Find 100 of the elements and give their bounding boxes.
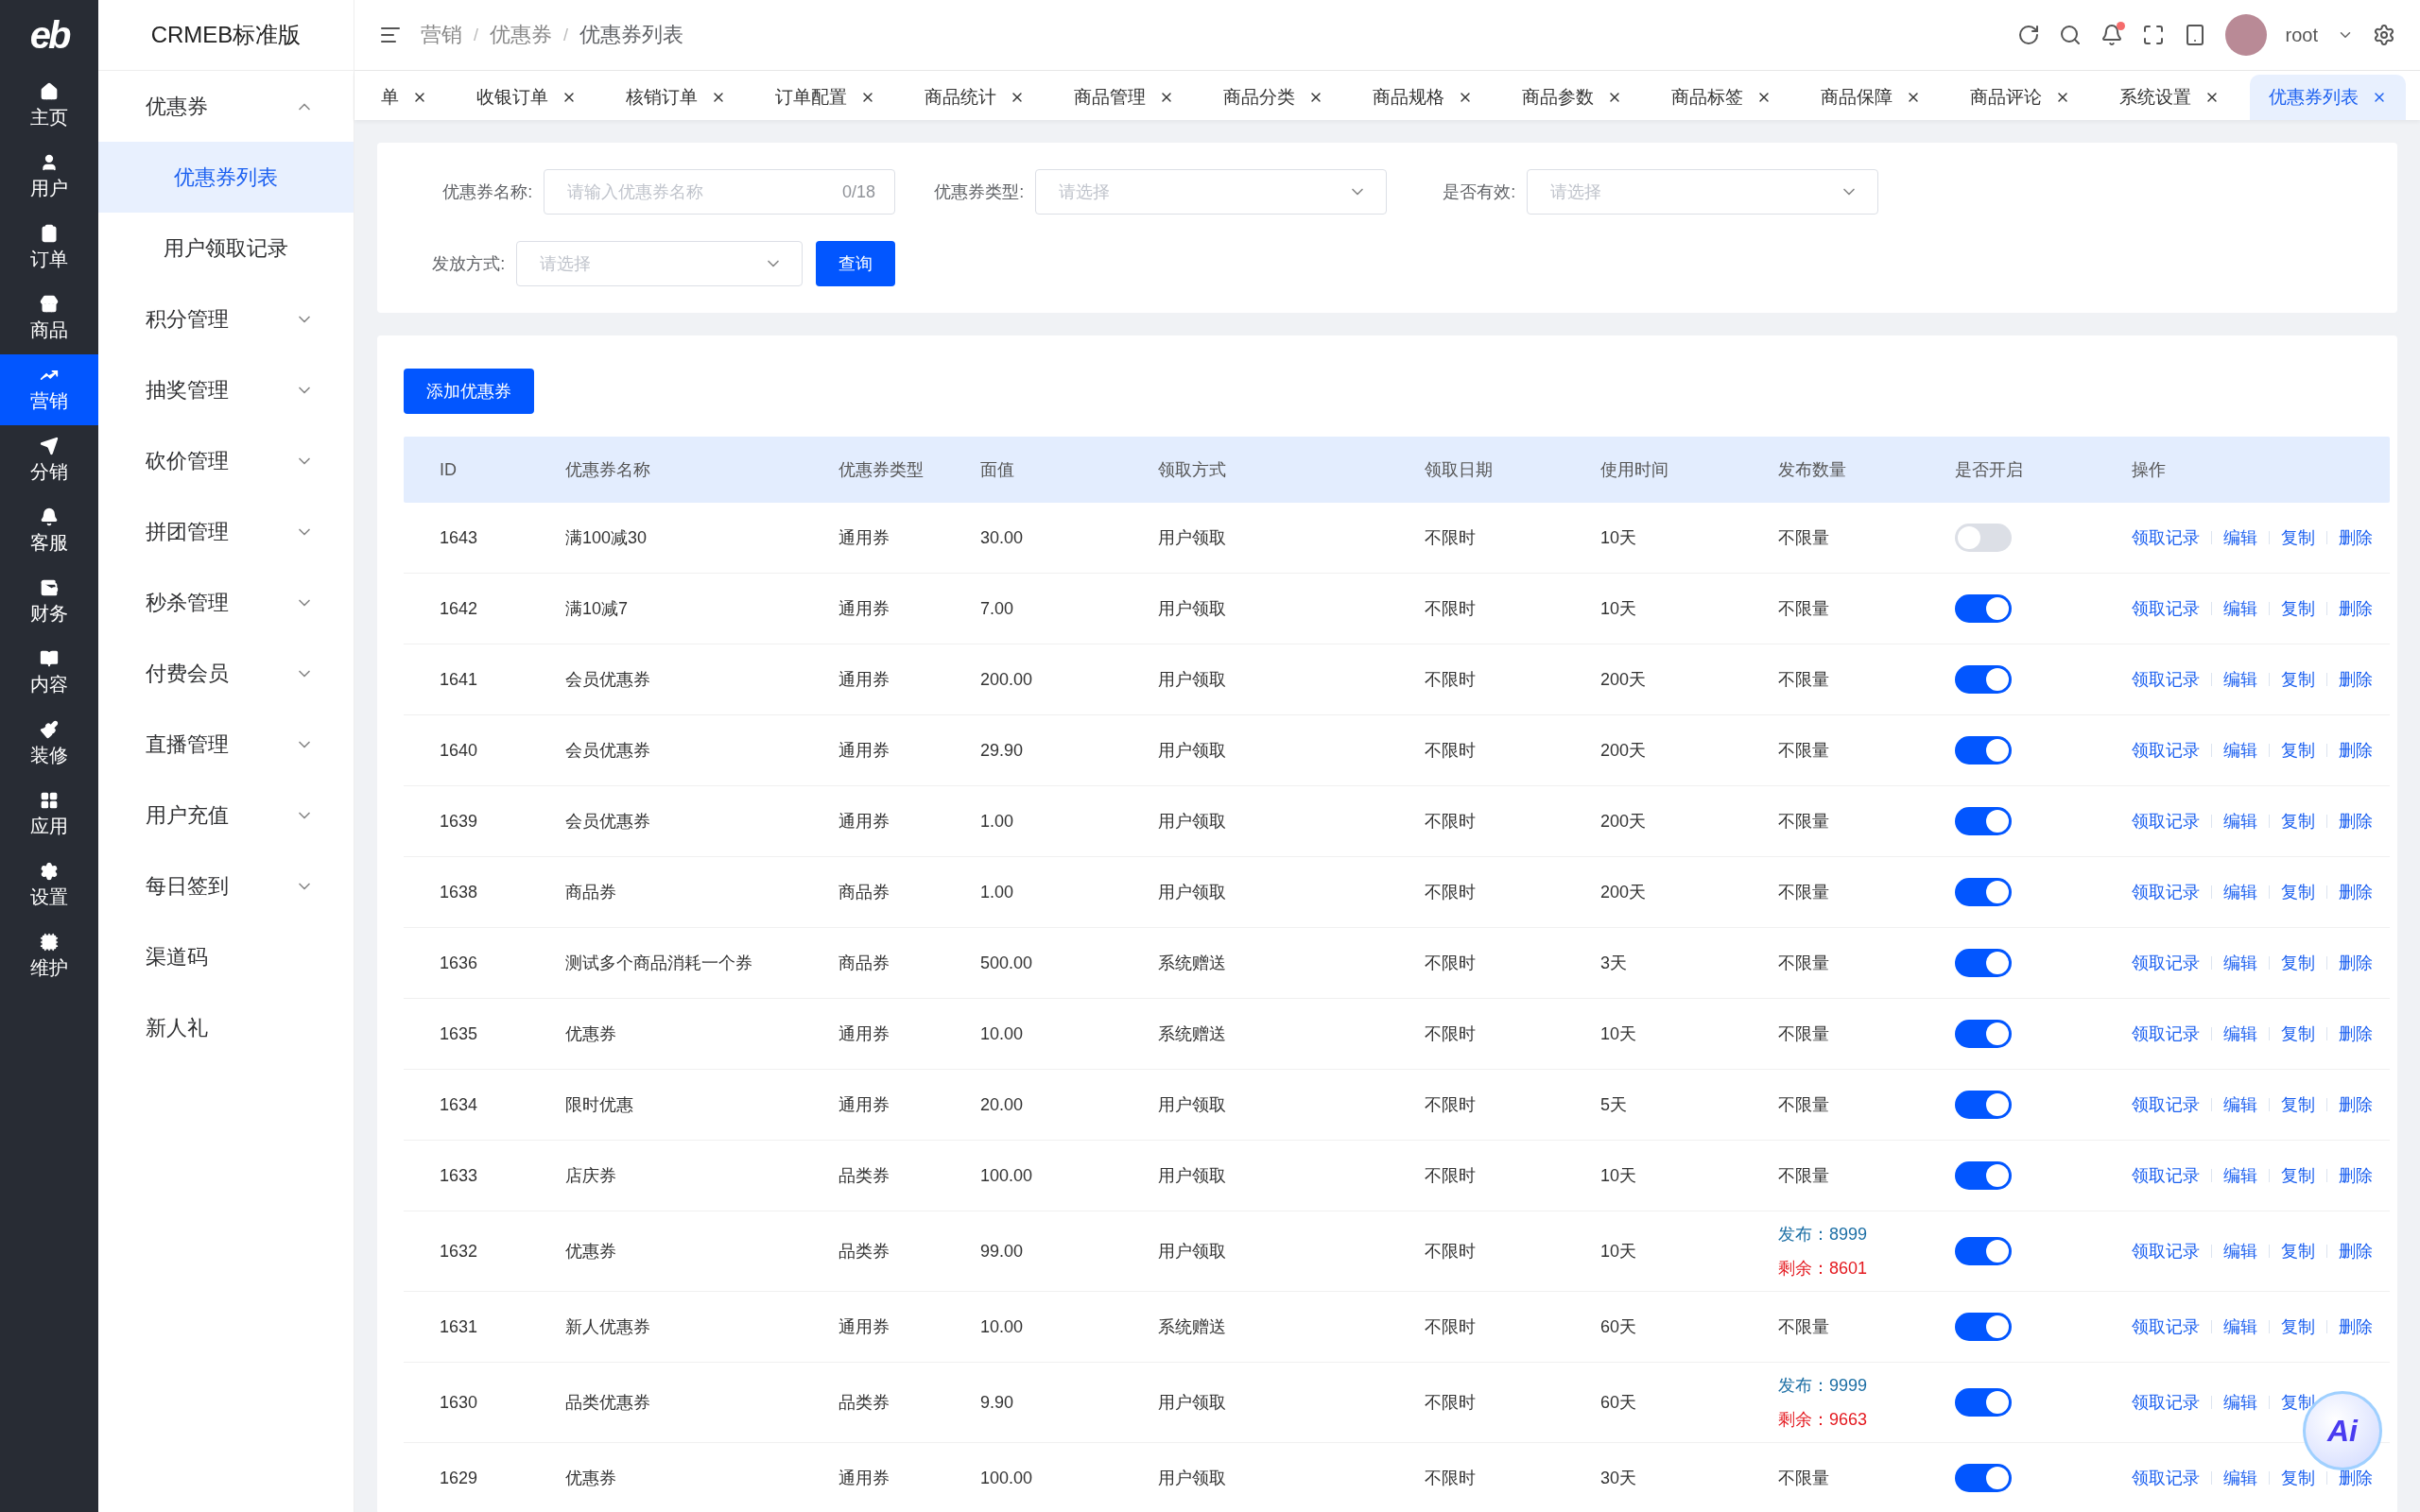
rail-nav-item[interactable]: 维护 <box>0 921 98 992</box>
menu-item[interactable]: 新人礼 <box>98 992 354 1063</box>
action-link[interactable]: 领取记录 <box>2132 1315 2200 1338</box>
page-tab[interactable]: 商品分类 <box>1204 75 1342 120</box>
settings-icon[interactable] <box>2373 24 2395 46</box>
action-link[interactable]: 复制 <box>2281 810 2315 833</box>
bell-icon[interactable] <box>2100 24 2123 46</box>
action-link[interactable]: 复制 <box>2281 1164 2315 1187</box>
toggle-switch[interactable] <box>1955 878 2012 906</box>
page-tab[interactable]: 商品管理 <box>1055 75 1193 120</box>
action-link[interactable]: 复制 <box>2281 1093 2315 1116</box>
toggle-switch[interactable] <box>1955 1161 2012 1190</box>
page-tab[interactable]: 单 <box>362 75 446 120</box>
action-link[interactable]: 领取记录 <box>2132 1093 2200 1116</box>
menu-group[interactable]: 用户充值 <box>98 780 354 850</box>
action-link[interactable]: 编辑 <box>2223 1467 2257 1489</box>
action-link[interactable]: 领取记录 <box>2132 597 2200 620</box>
toggle-switch[interactable] <box>1955 524 2012 552</box>
action-link[interactable]: 删除 <box>2339 952 2373 974</box>
action-link[interactable]: 领取记录 <box>2132 952 2200 974</box>
toggle-switch[interactable] <box>1955 807 2012 835</box>
refresh-icon[interactable] <box>2016 24 2040 46</box>
action-link[interactable]: 编辑 <box>2223 739 2257 762</box>
avatar[interactable] <box>2224 14 2267 56</box>
menu-group[interactable]: 每日签到 <box>98 850 354 921</box>
menu-group[interactable]: 直播管理 <box>98 709 354 780</box>
page-tab[interactable]: 优惠券列表 <box>2250 75 2406 120</box>
action-link[interactable]: 领取记录 <box>2132 739 2200 762</box>
menu-group[interactable]: 付费会员 <box>98 638 354 709</box>
toggle-switch[interactable] <box>1955 1020 2012 1048</box>
rail-nav-item[interactable]: 设置 <box>0 850 98 921</box>
action-link[interactable]: 编辑 <box>2223 1240 2257 1263</box>
toggle-switch[interactable] <box>1955 1237 2012 1265</box>
page-tab[interactable]: 商品评论 <box>1951 75 2089 120</box>
action-link[interactable]: 编辑 <box>2223 881 2257 903</box>
page-tab[interactable]: 商品参数 <box>1503 75 1641 120</box>
page-tab[interactable]: 订单配置 <box>756 75 894 120</box>
rail-nav-item[interactable]: 分销 <box>0 425 98 496</box>
action-link[interactable]: 领取记录 <box>2132 1391 2200 1414</box>
page-tab[interactable]: 商品统计 <box>906 75 1044 120</box>
breadcrumb-item[interactable]: 优惠券 <box>490 21 552 49</box>
action-link[interactable]: 编辑 <box>2223 1093 2257 1116</box>
action-link[interactable]: 删除 <box>2339 1315 2373 1338</box>
user-name[interactable]: root <box>2285 24 2318 46</box>
rail-nav-item[interactable]: 财务 <box>0 567 98 638</box>
menu-group[interactable]: 砍价管理 <box>98 425 354 496</box>
action-link[interactable]: 领取记录 <box>2132 526 2200 549</box>
action-link[interactable]: 删除 <box>2339 597 2373 620</box>
action-link[interactable]: 复制 <box>2281 526 2315 549</box>
action-link[interactable]: 删除 <box>2339 1240 2373 1263</box>
action-link[interactable]: 删除 <box>2339 739 2373 762</box>
fullscreen-icon[interactable] <box>2141 24 2165 46</box>
menu-group[interactable]: 优惠券 <box>98 71 354 142</box>
action-link[interactable]: 复制 <box>2281 597 2315 620</box>
action-link[interactable]: 复制 <box>2281 952 2315 974</box>
rail-nav-item[interactable]: 订单 <box>0 213 98 284</box>
rail-nav-item[interactable]: 应用 <box>0 780 98 850</box>
menu-group[interactable]: 拼团管理 <box>98 496 354 567</box>
action-link[interactable]: 领取记录 <box>2132 1240 2200 1263</box>
toggle-switch[interactable] <box>1955 949 2012 977</box>
toggle-switch[interactable] <box>1955 1313 2012 1341</box>
action-link[interactable]: 复制 <box>2281 739 2315 762</box>
action-link[interactable]: 删除 <box>2339 526 2373 549</box>
rail-nav-item[interactable]: 装修 <box>0 709 98 780</box>
action-link[interactable]: 编辑 <box>2223 597 2257 620</box>
page-tab[interactable]: 核销订单 <box>607 75 745 120</box>
toggle-switch[interactable] <box>1955 1464 2012 1492</box>
action-link[interactable]: 编辑 <box>2223 1164 2257 1187</box>
input-field[interactable]: 请输入优惠券名称 0/18 <box>544 169 895 215</box>
page-tab[interactable]: 商品规格 <box>1354 75 1492 120</box>
rail-nav-item[interactable]: 客服 <box>0 496 98 567</box>
rail-nav-item[interactable]: 用户 <box>0 142 98 213</box>
toggle-switch[interactable] <box>1955 594 2012 623</box>
action-link[interactable]: 领取记录 <box>2132 1164 2200 1187</box>
action-link[interactable]: 删除 <box>2339 881 2373 903</box>
action-link[interactable]: 编辑 <box>2223 668 2257 691</box>
page-tab[interactable]: 商品保障 <box>1802 75 1940 120</box>
action-link[interactable]: 领取记录 <box>2132 810 2200 833</box>
action-link[interactable]: 领取记录 <box>2132 1022 2200 1045</box>
search-icon[interactable] <box>2058 24 2082 46</box>
page-tab[interactable]: 商品标签 <box>1652 75 1790 120</box>
action-link[interactable]: 编辑 <box>2223 1391 2257 1414</box>
rail-nav-item[interactable]: 营销 <box>0 354 98 425</box>
menu-group[interactable]: 秒杀管理 <box>98 567 354 638</box>
action-link[interactable]: 编辑 <box>2223 526 2257 549</box>
rail-nav-item[interactable]: 商品 <box>0 284 98 354</box>
action-link[interactable]: 删除 <box>2339 1022 2373 1045</box>
action-link[interactable]: 删除 <box>2339 810 2373 833</box>
action-link[interactable]: 领取记录 <box>2132 1467 2200 1489</box>
action-link[interactable]: 编辑 <box>2223 810 2257 833</box>
action-link[interactable]: 复制 <box>2281 1240 2315 1263</box>
add-coupon-button[interactable]: 添加优惠券 <box>404 369 534 414</box>
breadcrumb-item[interactable]: 营销 <box>421 21 462 49</box>
rail-nav-item[interactable]: 内容 <box>0 638 98 709</box>
submenu-item[interactable]: 用户领取记录 <box>98 213 354 284</box>
page-tab[interactable]: 收银订单 <box>458 75 596 120</box>
rail-nav-item[interactable]: 主页 <box>0 71 98 142</box>
toggle-switch[interactable] <box>1955 665 2012 694</box>
toggle-switch[interactable] <box>1955 1091 2012 1119</box>
action-link[interactable]: 复制 <box>2281 668 2315 691</box>
